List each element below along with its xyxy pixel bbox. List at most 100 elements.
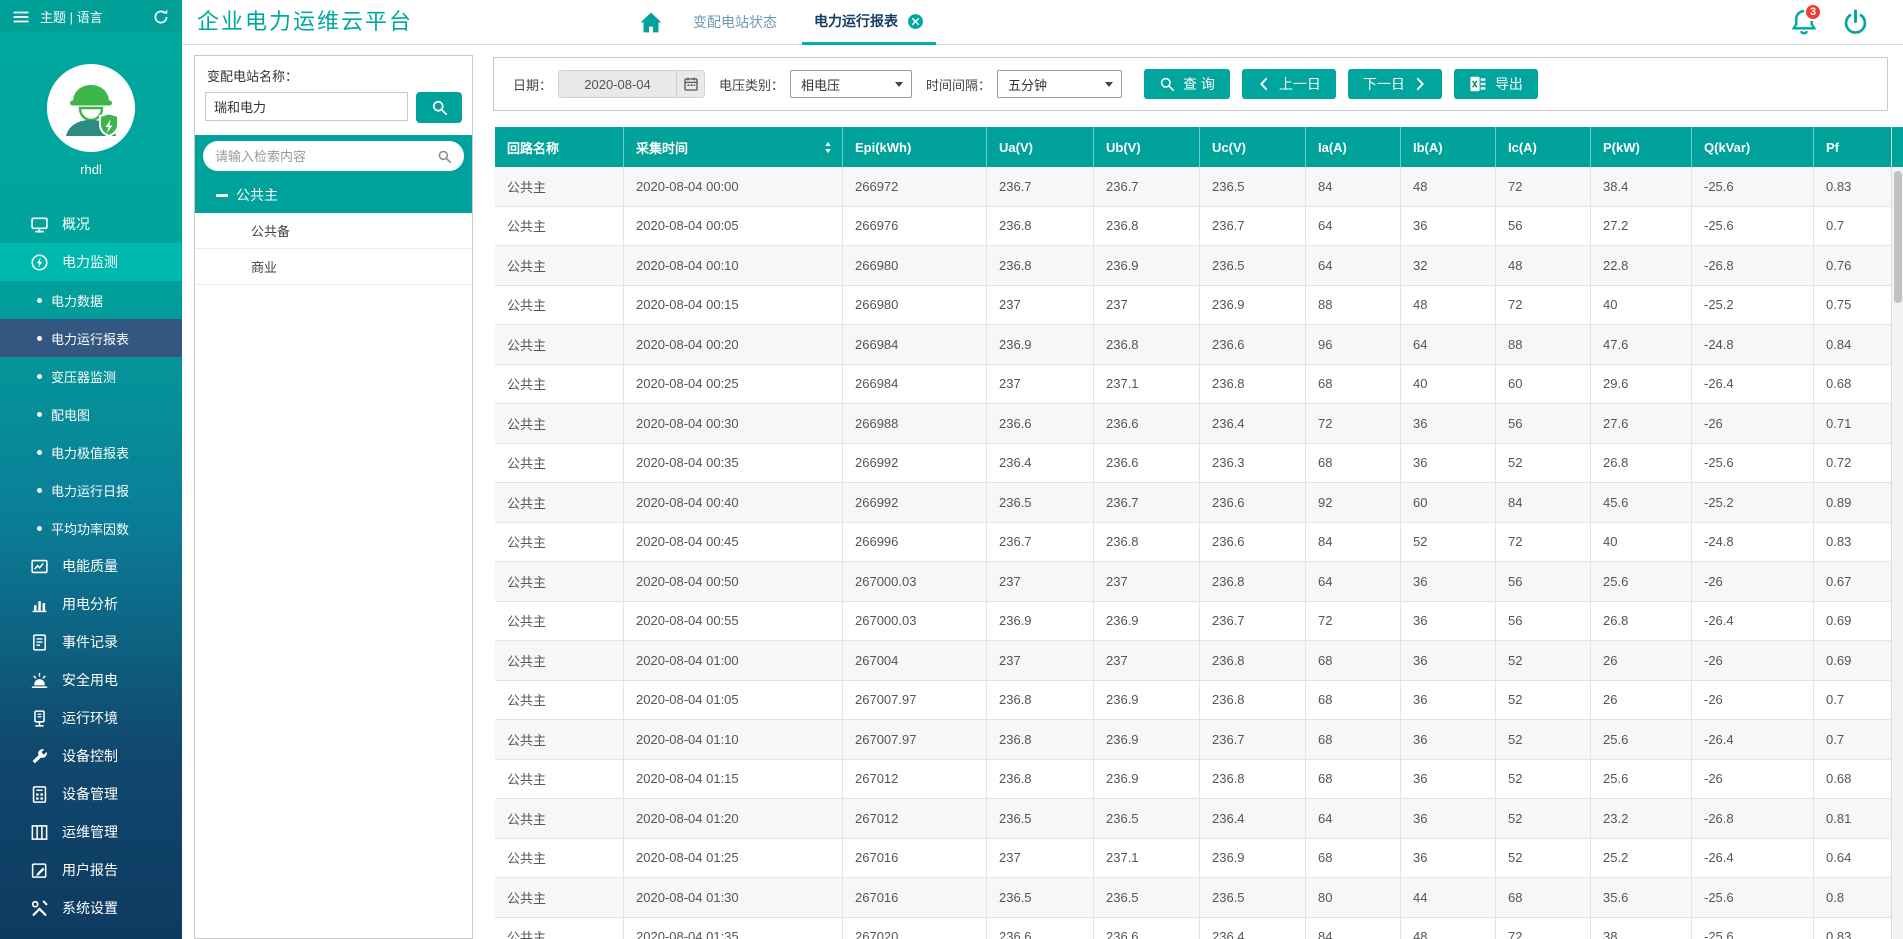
cell-p: 26 bbox=[1591, 681, 1692, 721]
sidebar-subitem-power-extreme-report[interactable]: 电力极值报表 bbox=[0, 433, 182, 471]
tree-search-input[interactable] bbox=[215, 149, 437, 164]
home-icon[interactable] bbox=[638, 10, 664, 36]
cell-collect-time: 2020-08-04 01:00 bbox=[624, 641, 843, 681]
cell-p: 40 bbox=[1591, 523, 1692, 563]
cell-ub: 236.9 bbox=[1094, 681, 1200, 721]
station-name-input[interactable] bbox=[205, 92, 408, 121]
column-header-ua[interactable]: Ua(V) bbox=[987, 127, 1094, 167]
column-header-epi[interactable]: Epi(kWh) bbox=[843, 127, 987, 167]
sidebar-item-safe-electricity[interactable]: 安全用电 bbox=[0, 661, 182, 699]
tree-item-commercial[interactable]: 商业 bbox=[195, 249, 472, 285]
table-row[interactable]: 公共主2020-08-04 00:55267000.03236.9236.923… bbox=[495, 602, 1891, 642]
table-row[interactable]: 公共主2020-08-04 00:40266992236.5236.7236.6… bbox=[495, 483, 1891, 523]
sidebar-item-operating-environment[interactable]: 运行环境 bbox=[0, 699, 182, 737]
hamburger-icon[interactable] bbox=[12, 8, 30, 26]
sidebar-item-power-monitoring[interactable]: 电力监测 bbox=[0, 243, 182, 281]
export-button[interactable]: 导出 bbox=[1454, 69, 1538, 99]
column-header-ic[interactable]: Ic(A) bbox=[1496, 127, 1591, 167]
interval-select[interactable]: 五分钟 bbox=[997, 70, 1122, 98]
column-header-pf[interactable]: Pf bbox=[1814, 127, 1891, 167]
cell-ib: 36 bbox=[1401, 404, 1496, 444]
station-panel: 变配电站名称： 公共主公共备商业 bbox=[194, 55, 473, 939]
refresh-icon bbox=[152, 8, 170, 26]
sidebar-item-event-log[interactable]: 事件记录 bbox=[0, 623, 182, 661]
collapse-icon[interactable] bbox=[216, 194, 228, 197]
table-row[interactable]: 公共主2020-08-04 01:15267012236.8236.9236.8… bbox=[495, 760, 1891, 800]
close-circle-icon[interactable] bbox=[907, 13, 924, 30]
sidebar-item-device-control[interactable]: 设备控制 bbox=[0, 737, 182, 775]
tree-item-public-backup[interactable]: 公共备 bbox=[195, 213, 472, 249]
sidebar-item-om-management[interactable]: 运维管理 bbox=[0, 813, 182, 851]
cell-collect-time: 2020-08-04 00:25 bbox=[624, 365, 843, 405]
sidebar-subitem-distribution-diagram[interactable]: 配电图 bbox=[0, 395, 182, 433]
column-header-circuit-name[interactable]: 回路名称 bbox=[495, 127, 624, 167]
column-header-ia[interactable]: Ia(A) bbox=[1306, 127, 1401, 167]
table-row[interactable]: 公共主2020-08-04 01:05267007.97236.8236.923… bbox=[495, 681, 1891, 721]
sidebar-item-user-report[interactable]: 用户报告 bbox=[0, 851, 182, 889]
table-row[interactable]: 公共主2020-08-04 00:05266976236.8236.8236.7… bbox=[495, 207, 1891, 247]
table-row[interactable]: 公共主2020-08-04 00:20266984236.9236.8236.6… bbox=[495, 325, 1891, 365]
tree-item-public-main[interactable]: 公共主 bbox=[195, 177, 472, 213]
table-row[interactable]: 公共主2020-08-04 01:20267012236.5236.5236.4… bbox=[495, 799, 1891, 839]
tab-power-operation-report[interactable]: 电力运行报表 bbox=[802, 0, 936, 45]
table-row[interactable]: 公共主2020-08-04 01:30267016236.5236.5236.5… bbox=[495, 878, 1891, 918]
next-day-button[interactable]: 下一日 bbox=[1348, 69, 1442, 99]
sidebar-subitem-power-operation-report[interactable]: 电力运行报表 bbox=[0, 319, 182, 357]
cell-ic: 52 bbox=[1496, 799, 1591, 839]
avatar[interactable] bbox=[47, 64, 135, 152]
sidebar-item-device-management[interactable]: 设备管理 bbox=[0, 775, 182, 813]
cell-q: -25.2 bbox=[1692, 286, 1814, 326]
date-picker[interactable]: 2020-08-04 bbox=[558, 70, 705, 98]
sidebar-item-system-settings[interactable]: 系统设置 bbox=[0, 889, 182, 927]
table-row[interactable]: 公共主2020-08-04 01:35267020236.6236.6236.4… bbox=[495, 918, 1891, 939]
table-row[interactable]: 公共主2020-08-04 00:00266972236.7236.7236.5… bbox=[495, 167, 1891, 207]
notifications-button[interactable]: 3 bbox=[1790, 8, 1820, 38]
cell-ic: 56 bbox=[1496, 562, 1591, 602]
sidebar-item-usage-analysis[interactable]: 用电分析 bbox=[0, 585, 182, 623]
voltage-type-select[interactable]: 相电压 bbox=[790, 70, 912, 98]
logout-button[interactable] bbox=[1842, 9, 1869, 36]
table-row[interactable]: 公共主2020-08-04 00:15266980237237236.98848… bbox=[495, 286, 1891, 326]
table-row[interactable]: 公共主2020-08-04 00:50267000.03237237236.86… bbox=[495, 562, 1891, 602]
column-header-collect-time[interactable]: 采集时间 bbox=[624, 127, 843, 167]
table-row[interactable]: 公共主2020-08-04 00:10266980236.8236.9236.5… bbox=[495, 246, 1891, 286]
cell-pf: 0.7 bbox=[1814, 207, 1891, 247]
sort-icon[interactable] bbox=[824, 141, 832, 154]
prev-day-button[interactable]: 上一日 bbox=[1242, 69, 1336, 99]
column-header-ib[interactable]: Ib(A) bbox=[1401, 127, 1496, 167]
cell-circuit-name: 公共主 bbox=[495, 207, 624, 247]
sidebar-subitem-power-daily-report[interactable]: 电力运行日报 bbox=[0, 471, 182, 509]
sidebar-subitem-average-power-factor[interactable]: 平均功率因数 bbox=[0, 509, 182, 547]
station-search-button[interactable] bbox=[416, 92, 462, 123]
table-row[interactable]: 公共主2020-08-04 01:25267016237237.1236.968… bbox=[495, 839, 1891, 879]
sidebar-item-overview[interactable]: 概况 bbox=[0, 205, 182, 243]
table-row[interactable]: 公共主2020-08-04 01:00267004237237236.86836… bbox=[495, 641, 1891, 681]
tab-substation-status[interactable]: 变配电站状态 bbox=[693, 0, 777, 44]
table-row[interactable]: 公共主2020-08-04 00:45266996236.7236.8236.6… bbox=[495, 523, 1891, 563]
cell-p: 26.8 bbox=[1591, 602, 1692, 642]
cell-p: 47.6 bbox=[1591, 325, 1692, 365]
sidebar-item-power-quality[interactable]: 电能质量 bbox=[0, 547, 182, 585]
sidebar-item-label: 事件记录 bbox=[62, 632, 118, 652]
sidebar-subitem-label: 电力运行报表 bbox=[51, 329, 129, 348]
column-header-p[interactable]: P(kW) bbox=[1591, 127, 1692, 167]
column-header-uc[interactable]: Uc(V) bbox=[1200, 127, 1306, 167]
scrollbar-thumb[interactable] bbox=[1894, 171, 1902, 303]
cell-ic: 48 bbox=[1496, 246, 1591, 286]
cell-ia: 68 bbox=[1306, 839, 1401, 879]
column-header-ub[interactable]: Ub(V) bbox=[1094, 127, 1200, 167]
column-header-q[interactable]: Q(kVar) bbox=[1692, 127, 1814, 167]
table-row[interactable]: 公共主2020-08-04 00:30266988236.6236.6236.4… bbox=[495, 404, 1891, 444]
cell-epi: 267000.03 bbox=[843, 562, 987, 602]
theme-language-switcher[interactable]: 主题 | 语言 bbox=[40, 7, 152, 26]
refresh-icon[interactable] bbox=[152, 8, 170, 26]
sidebar-subitem-power-data[interactable]: 电力数据 bbox=[0, 281, 182, 319]
table-row[interactable]: 公共主2020-08-04 00:35266992236.4236.6236.3… bbox=[495, 444, 1891, 484]
vertical-scrollbar[interactable] bbox=[1891, 127, 1903, 939]
sidebar-subitem-transformer-monitoring[interactable]: 变压器监测 bbox=[0, 357, 182, 395]
table-row[interactable]: 公共主2020-08-04 01:10267007.97236.8236.923… bbox=[495, 720, 1891, 760]
cell-circuit-name: 公共主 bbox=[495, 878, 624, 918]
query-button[interactable]: 查 询 bbox=[1144, 69, 1230, 99]
cell-circuit-name: 公共主 bbox=[495, 562, 624, 602]
table-row[interactable]: 公共主2020-08-04 00:25266984237237.1236.868… bbox=[495, 365, 1891, 405]
